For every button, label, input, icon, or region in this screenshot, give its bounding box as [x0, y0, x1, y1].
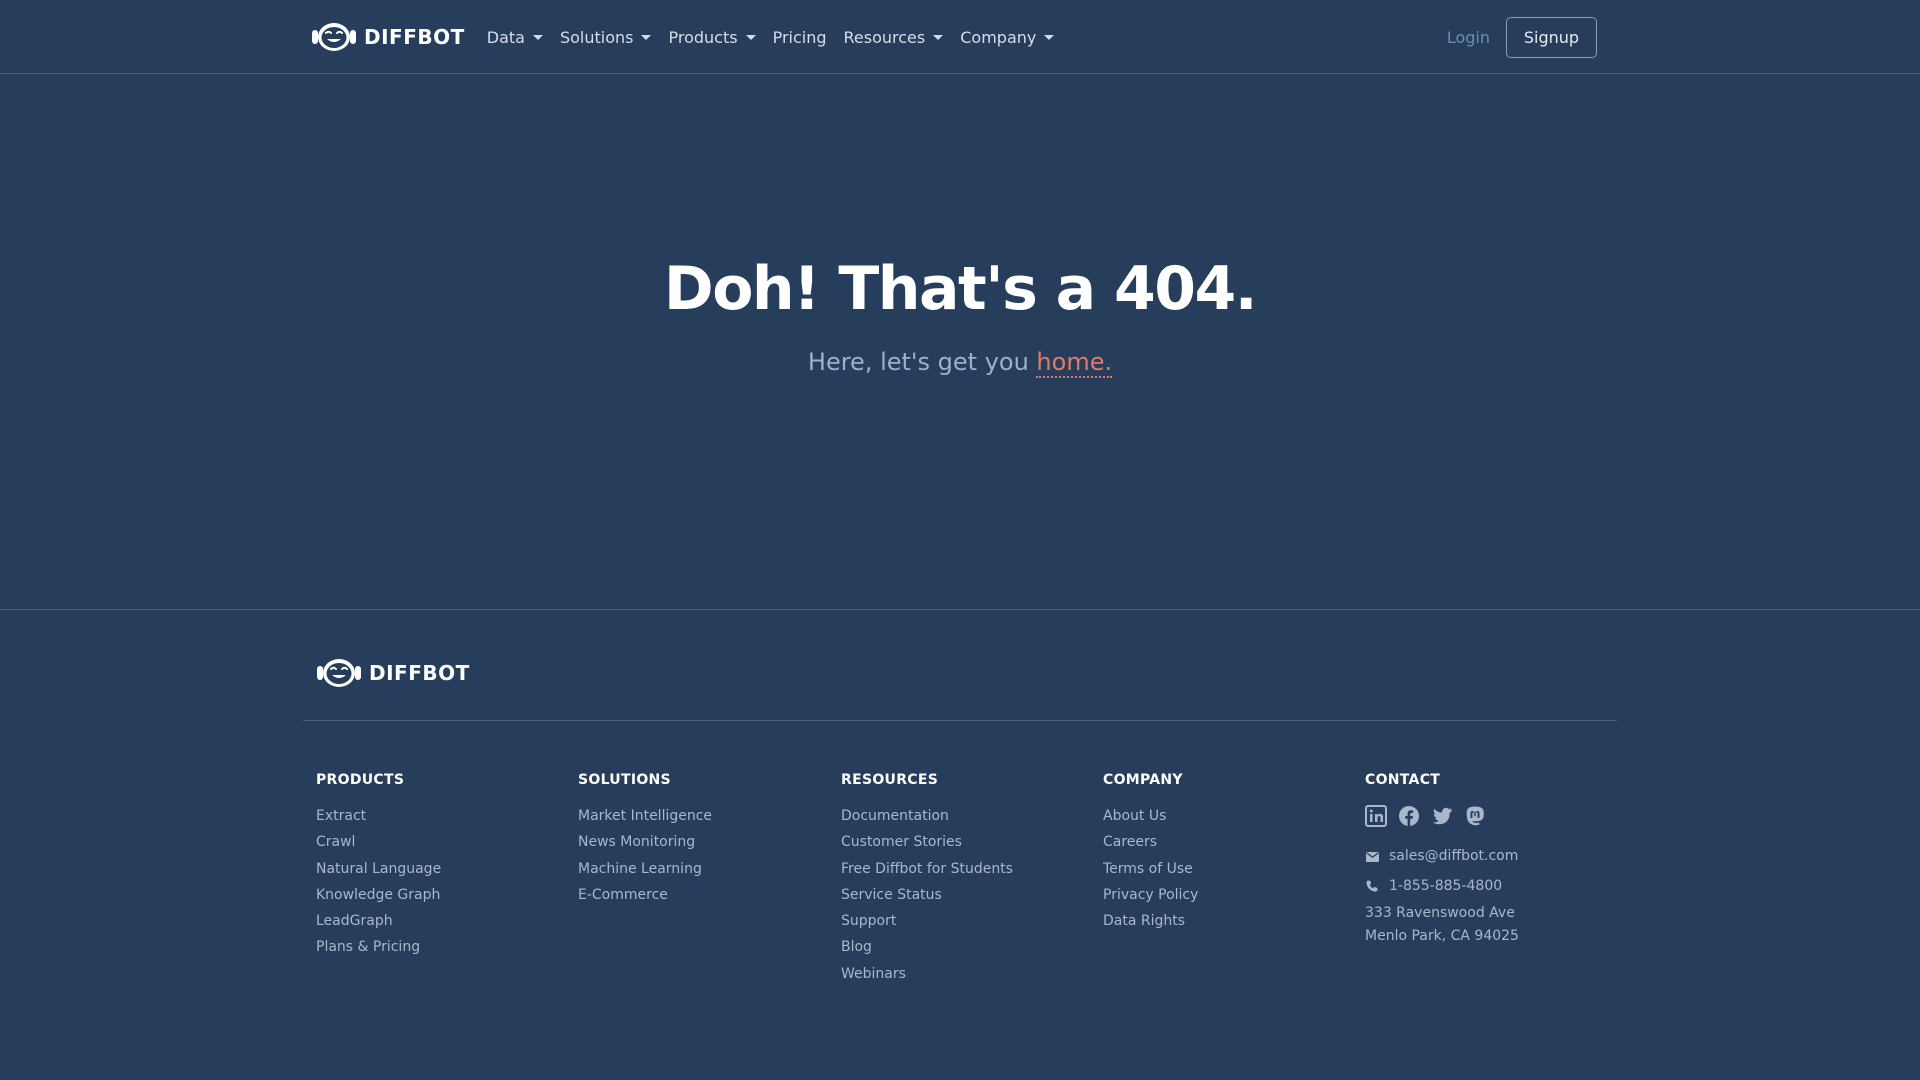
nav-item-pricing[interactable]: Pricing	[773, 28, 827, 47]
diffbot-robot-icon	[312, 23, 356, 51]
footer-brand-wordmark: DIFFBOT	[369, 661, 470, 685]
footer-link-leadgraph[interactable]: LeadGraph	[316, 912, 566, 938]
chevron-down-icon	[745, 35, 756, 40]
contact-email[interactable]: sales@diffbot.com	[1365, 841, 1615, 871]
footer-link-customer-stories[interactable]: Customer Stories	[841, 833, 1091, 859]
postal-address: 333 Ravenswood Ave Menlo Park, CA 94025	[1365, 902, 1615, 948]
brand-wordmark: DIFFBOT	[364, 25, 465, 49]
footer-link-webinars[interactable]: Webinars	[841, 965, 1091, 991]
footer-link-plans-pricing[interactable]: Plans & Pricing	[316, 938, 566, 964]
footer-column-resources: RESOURCES Documentation Customer Stories…	[841, 772, 1091, 991]
contact-phone[interactable]: 1-855-885-4800	[1365, 871, 1615, 901]
footer-link-data-rights[interactable]: Data Rights	[1103, 912, 1353, 938]
nav-item-products[interactable]: Products	[668, 27, 756, 47]
signup-button[interactable]: Signup	[1506, 16, 1597, 58]
footer-link-careers[interactable]: Careers	[1103, 833, 1353, 859]
phone-text: 1-855-885-4800	[1389, 878, 1503, 894]
nav-item-data[interactable]: Data	[487, 28, 543, 47]
address-line-2: Menlo Park, CA 94025	[1365, 928, 1519, 944]
nav-item-label: Solutions	[559, 27, 634, 47]
chevron-down-icon	[532, 35, 543, 40]
nav-item-label: Data	[486, 27, 525, 47]
footer-link-market-intelligence[interactable]: Market Intelligence	[578, 807, 828, 833]
phone-icon	[1365, 879, 1380, 894]
footer-column-products: PRODUCTS Extract Crawl Natural Language …	[316, 772, 566, 965]
page-title: Doh! That's a 404.	[663, 254, 1258, 324]
site-footer: DIFFBOT PRODUCTS Extract Crawl Natural L…	[0, 609, 1920, 1080]
login-link[interactable]: Login	[1447, 28, 1490, 47]
chevron-down-icon	[641, 35, 652, 40]
footer-link-about-us[interactable]: About Us	[1103, 807, 1353, 833]
footer-link-knowledge-graph[interactable]: Knowledge Graph	[316, 886, 566, 912]
twitter-icon[interactable]	[1431, 805, 1453, 827]
footer-column-company: COMPANY About Us Careers Terms of Use Pr…	[1103, 772, 1353, 938]
home-link[interactable]: home.	[1036, 348, 1113, 378]
footer-column-heading: RESOURCES	[841, 772, 939, 788]
footer-link-documentation[interactable]: Documentation	[841, 807, 1091, 833]
top-navbar: DIFFBOT Data Solutions Products Pricing …	[0, 0, 1920, 74]
address-line-1: 333 Ravenswood Ave	[1365, 905, 1515, 921]
footer-link-natural-language[interactable]: Natural Language	[316, 860, 566, 886]
footer-link-blog[interactable]: Blog	[841, 938, 1091, 964]
footer-link-support[interactable]: Support	[841, 912, 1091, 938]
linkedin-icon[interactable]	[1365, 805, 1387, 827]
footer-link-crawl[interactable]: Crawl	[316, 833, 566, 859]
footer-link-terms-of-use[interactable]: Terms of Use	[1103, 860, 1353, 886]
chevron-down-icon	[933, 35, 944, 40]
mastodon-icon[interactable]	[1464, 805, 1486, 827]
footer-link-privacy-policy[interactable]: Privacy Policy	[1103, 886, 1353, 912]
facebook-icon[interactable]	[1398, 805, 1420, 827]
footer-link-news-monitoring[interactable]: News Monitoring	[578, 833, 828, 859]
nav-item-solutions[interactable]: Solutions	[560, 28, 652, 47]
main-nav: Data Solutions Products Pricing Resource…	[487, 28, 1072, 47]
footer-link-extract[interactable]: Extract	[316, 807, 566, 833]
nav-item-label: Pricing	[772, 27, 827, 47]
social-links	[1365, 805, 1615, 827]
envelope-icon	[1365, 849, 1380, 864]
footer-column-heading: SOLUTIONS	[578, 772, 671, 788]
footer-column-heading: PRODUCTS	[316, 772, 405, 788]
footer-column-contact: CONTACT sales@diffbot.com 1-855-885-4800…	[1365, 772, 1615, 948]
footer-link-machine-learning[interactable]: Machine Learning	[578, 860, 828, 886]
nav-item-label: Company	[960, 27, 1037, 47]
nav-item-company[interactable]: Company	[960, 27, 1055, 47]
nav-item-resources[interactable]: Resources	[844, 28, 944, 47]
nav-item-label: Products	[668, 27, 738, 47]
footer-column-solutions: SOLUTIONS Market Intelligence News Monit…	[578, 772, 828, 912]
error-404-section: Doh! That's a 404. Here, let's get you h…	[0, 74, 1920, 609]
chevron-down-icon	[1044, 35, 1055, 40]
footer-link-e-commerce[interactable]: E-Commerce	[578, 886, 828, 912]
footer-column-heading: COMPANY	[1103, 772, 1183, 788]
error-subtitle: Here, let's get you home.	[0, 348, 1920, 378]
footer-column-heading: CONTACT	[1365, 772, 1441, 788]
email-text: sales@diffbot.com	[1389, 848, 1519, 864]
footer-divider	[303, 720, 1617, 721]
diffbot-logo-link[interactable]: DIFFBOT	[311, 22, 465, 52]
footer-link-free-diffbot-students[interactable]: Free Diffbot for Students	[841, 860, 1091, 886]
diffbot-robot-icon	[317, 659, 361, 687]
footer-link-service-status[interactable]: Service Status	[841, 886, 1091, 912]
subtitle-text: Here, let's get you	[807, 348, 1037, 376]
nav-item-label: Resources	[843, 27, 926, 47]
footer-logo-link[interactable]: DIFFBOT	[316, 658, 470, 688]
